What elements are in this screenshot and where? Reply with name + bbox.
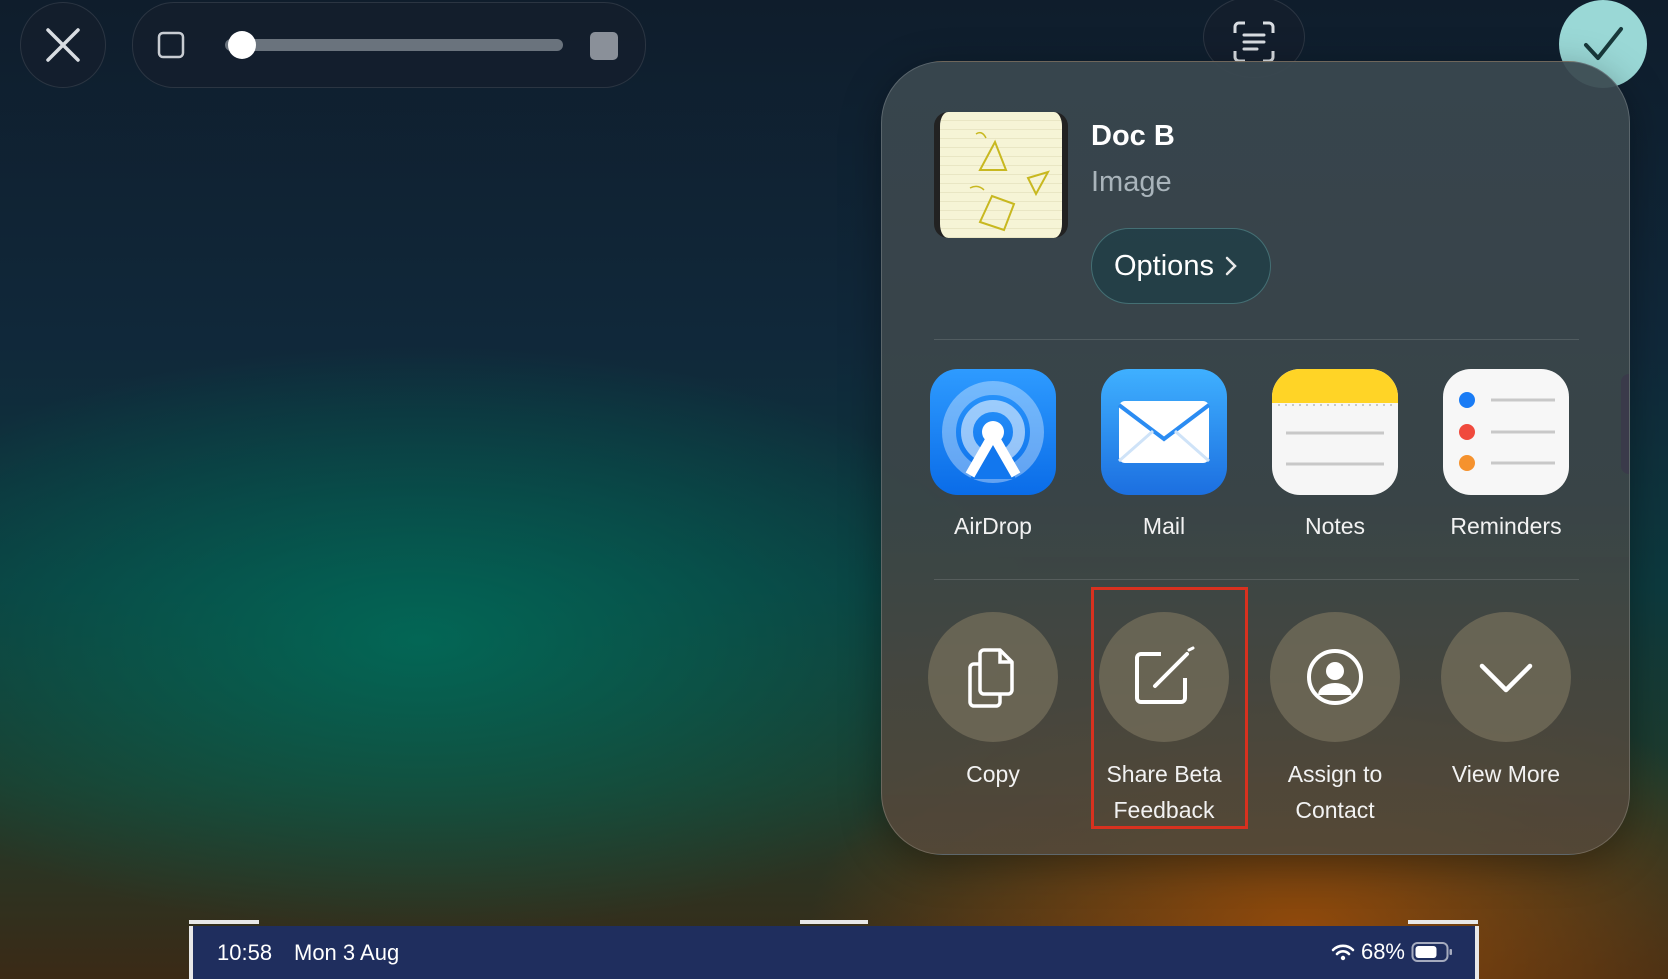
share-app-airdrop[interactable]: AirDrop (928, 369, 1058, 540)
battery-icon (1411, 942, 1452, 962)
divider (934, 579, 1579, 580)
status-bar: 10:58 Mon 3 Aug 68% (189, 926, 1479, 979)
divider (934, 339, 1579, 340)
document-type: Image (1091, 166, 1172, 198)
action-label: View More (1451, 761, 1561, 787)
action-copy[interactable]: Copy (923, 612, 1063, 792)
status-time: 10:58 (217, 940, 273, 965)
selection-highlight (1091, 587, 1248, 829)
reminders-icon (1443, 369, 1569, 495)
app-label: Mail (1142, 513, 1186, 539)
action-view-more[interactable]: View More (1436, 612, 1576, 792)
wifi-icon (1331, 944, 1355, 961)
notes-icon (1272, 369, 1398, 495)
share-app-notes[interactable]: Notes (1270, 369, 1400, 540)
large-square-icon (590, 32, 618, 60)
frame-tick (800, 920, 868, 924)
document-title: Doc B (1091, 120, 1175, 152)
frame-tick (189, 920, 259, 924)
scan-text-icon (1233, 21, 1275, 63)
more-apps-peek (1621, 374, 1629, 474)
chevron-right-icon (1225, 256, 1237, 276)
action-label: Assign to Contact (1287, 761, 1383, 823)
document-thumbnail (934, 112, 1068, 238)
contact-icon (1307, 649, 1363, 705)
options-label: Options (1114, 249, 1214, 282)
checkmark-icon (1584, 27, 1623, 60)
action-assign-to-contact[interactable]: Assign to Contact (1265, 612, 1405, 828)
action-label: Copy (966, 761, 1020, 787)
share-app-reminders[interactable]: Reminders (1441, 369, 1571, 540)
app-label: Notes (1304, 513, 1366, 539)
slider-thumb[interactable] (227, 31, 256, 59)
status-date: Mon 3 Aug (294, 940, 400, 965)
slider-track[interactable] (225, 39, 563, 51)
airdrop-icon (930, 369, 1056, 495)
app-label: Reminders (1450, 513, 1562, 539)
small-square-icon (157, 31, 185, 59)
copy-icon (968, 648, 1014, 708)
frame-tick (1408, 920, 1478, 924)
close-icon (46, 28, 80, 62)
share-sheet: Doc B Image Options AirDrop Mail Notes R… (881, 61, 1630, 855)
share-app-mail[interactable]: Mail (1099, 369, 1229, 540)
close-button[interactable] (20, 2, 106, 88)
options-button[interactable]: Options (1091, 228, 1271, 304)
app-label: AirDrop (954, 513, 1032, 539)
battery-percent: 68% (1360, 939, 1405, 964)
chevron-down-icon (1479, 663, 1533, 693)
mail-icon (1101, 369, 1227, 495)
size-slider-control (132, 2, 646, 88)
